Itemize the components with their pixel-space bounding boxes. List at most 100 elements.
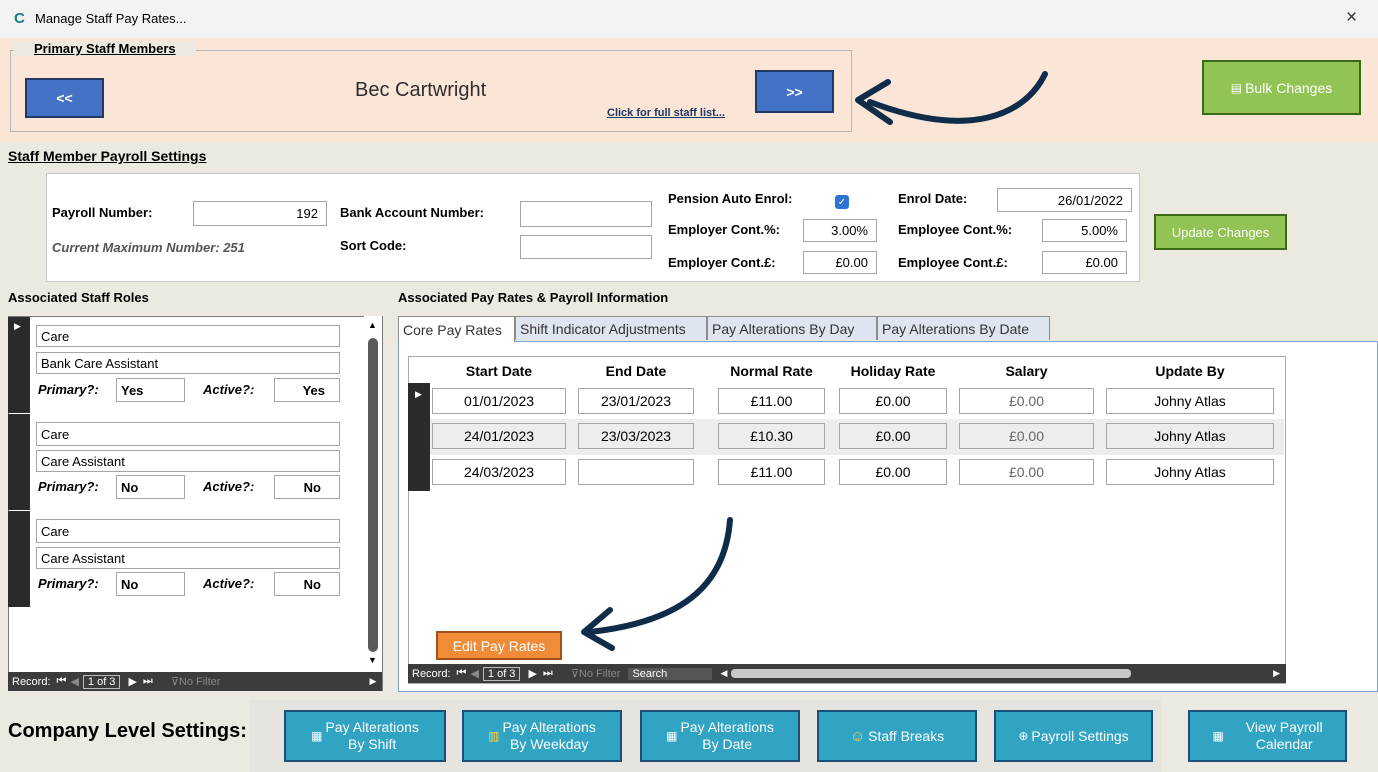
table-cell[interactable]: £11.00 bbox=[718, 388, 825, 414]
column-header: Normal Rate bbox=[730, 363, 813, 379]
payroll-number-field[interactable]: 192 bbox=[193, 201, 327, 226]
next-record-icon[interactable]: ▶ bbox=[528, 667, 536, 680]
view-payroll-calendar-button[interactable]: ▦ View Payroll Calendar bbox=[1188, 710, 1347, 762]
sort-code-field[interactable] bbox=[520, 235, 652, 259]
bulk-changes-button[interactable]: ▤ Bulk Changes bbox=[1202, 60, 1361, 115]
no-filter-label[interactable]: No Filter bbox=[579, 668, 621, 680]
no-filter-label[interactable]: No Filter bbox=[179, 676, 221, 688]
last-record-icon[interactable]: ⏭ bbox=[543, 667, 553, 680]
active-field[interactable]: No bbox=[274, 475, 340, 499]
active-field[interactable]: Yes bbox=[274, 378, 340, 402]
table-cell[interactable]: £0.00 bbox=[959, 459, 1094, 485]
active-label: Active?: bbox=[203, 576, 255, 591]
bank-account-field[interactable] bbox=[520, 201, 652, 227]
pension-auto-enrol-checkbox[interactable]: ✓ bbox=[835, 195, 849, 209]
employee-gbp-label: Employee Cont.£: bbox=[898, 255, 1008, 270]
record-selector[interactable]: ▶ bbox=[8, 317, 30, 413]
pay-alterations-by-weekday-button[interactable]: ▥ Pay Alterations By Weekday bbox=[462, 710, 622, 762]
role-category-field[interactable]: Care bbox=[36, 519, 340, 543]
table-cell[interactable]: £0.00 bbox=[839, 423, 947, 449]
hscroll-left-icon[interactable]: ◀ bbox=[720, 668, 727, 679]
table-cell[interactable]: £10.30 bbox=[718, 423, 825, 449]
annotation-arrow-next bbox=[855, 71, 1048, 125]
bulk-changes-label: Bulk Changes bbox=[1245, 79, 1333, 96]
primary-field[interactable]: No bbox=[116, 572, 185, 596]
role-name-field[interactable]: Care Assistant bbox=[36, 547, 340, 569]
record-selector[interactable] bbox=[408, 419, 430, 455]
role-category-field[interactable]: Care bbox=[36, 422, 340, 446]
table-cell[interactable]: 23/01/2023 bbox=[578, 388, 694, 414]
tab-core-pay-rates[interactable]: Core Pay Rates bbox=[398, 316, 515, 342]
table-cell[interactable]: £0.00 bbox=[839, 459, 947, 485]
search-input[interactable]: Search bbox=[628, 667, 713, 680]
first-record-icon[interactable]: ⏮ bbox=[57, 675, 67, 688]
table-cell[interactable]: Johny Atlas bbox=[1106, 388, 1274, 414]
hscroll-thumb[interactable] bbox=[731, 669, 1132, 678]
table-cell[interactable]: 24/01/2023 bbox=[432, 423, 566, 449]
role-name-field[interactable]: Bank Care Assistant bbox=[36, 352, 340, 374]
staff-name: Bec Cartwright bbox=[355, 79, 487, 101]
role-category-field[interactable]: Care bbox=[36, 325, 340, 347]
pay-alterations-by-date-button[interactable]: ▦ Pay Alterations By Date bbox=[640, 710, 800, 762]
button-line: Pay Alterations bbox=[502, 719, 596, 735]
table-cell[interactable]: 23/03/2023 bbox=[578, 423, 694, 449]
button-text: Pay Alterations By Shift bbox=[325, 719, 418, 753]
table-cell[interactable]: 01/01/2023 bbox=[432, 388, 566, 414]
prev-record-icon[interactable]: ◀ bbox=[470, 667, 478, 680]
primary-field[interactable]: Yes bbox=[116, 378, 185, 402]
previous-staff-button[interactable]: << bbox=[25, 78, 104, 118]
record-position[interactable]: 1 of 3 bbox=[82, 674, 121, 689]
record-position[interactable]: 1 of 3 bbox=[482, 666, 521, 681]
tab-pay-alterations-by-date[interactable]: Pay Alterations By Date bbox=[877, 316, 1050, 340]
table-cell[interactable]: Johny Atlas bbox=[1106, 423, 1274, 449]
table-cell[interactable] bbox=[578, 459, 694, 485]
payroll-settings-button[interactable]: ⊕ Payroll Settings bbox=[994, 710, 1153, 762]
full-staff-list-link[interactable]: Click for full staff list... bbox=[607, 107, 725, 119]
table-cell[interactable]: £11.00 bbox=[718, 459, 825, 485]
roles-scroll-thumb[interactable] bbox=[368, 338, 378, 652]
edit-pay-rates-button[interactable]: Edit Pay Rates bbox=[436, 631, 562, 660]
enrol-date-field[interactable]: 26/01/2022 bbox=[997, 188, 1132, 212]
table-cell[interactable]: £0.00 bbox=[959, 423, 1094, 449]
next-record-icon[interactable]: ▶ bbox=[128, 675, 136, 688]
last-record-icon[interactable]: ⏭ bbox=[143, 675, 153, 688]
prev-record-icon[interactable]: ◀ bbox=[70, 675, 78, 688]
column-header: Update By bbox=[1155, 363, 1225, 379]
tab-pay-alterations-by-day[interactable]: Pay Alterations By Day bbox=[707, 316, 877, 340]
hscroll-right-icon[interactable]: ▶ bbox=[364, 672, 382, 691]
record-selector[interactable] bbox=[8, 511, 30, 607]
hscroll-right-icon[interactable]: ▶ bbox=[1273, 668, 1280, 679]
button-line: By Weekday bbox=[509, 736, 589, 752]
employer-gbp-field[interactable]: £0.00 bbox=[803, 251, 877, 274]
button-text: View Payroll Calendar bbox=[1246, 719, 1323, 753]
scroll-up-icon[interactable]: ▲ bbox=[368, 320, 377, 330]
staff-breaks-button[interactable]: ☺ Staff Breaks bbox=[817, 710, 977, 762]
record-selector[interactable]: ▶ bbox=[408, 383, 430, 419]
column-header: Holiday Rate bbox=[850, 363, 936, 379]
roles-title: Associated Staff Roles bbox=[8, 290, 149, 305]
table-cell[interactable]: Johny Atlas bbox=[1106, 459, 1274, 485]
record-selector[interactable] bbox=[408, 455, 430, 491]
update-changes-button[interactable]: Update Changes bbox=[1154, 214, 1287, 250]
employer-pct-field[interactable]: 3.00% bbox=[803, 219, 877, 242]
table-cell[interactable]: £0.00 bbox=[959, 388, 1094, 414]
table-cell[interactable]: £0.00 bbox=[839, 388, 947, 414]
record-selector[interactable] bbox=[8, 414, 30, 510]
active-label: Active?: bbox=[203, 382, 255, 397]
employee-pct-label: Employee Cont.%: bbox=[898, 222, 1013, 237]
pension-auto-enrol-label: Pension Auto Enrol: bbox=[668, 191, 793, 206]
scroll-down-icon[interactable]: ▼ bbox=[368, 655, 377, 665]
employee-pct-field[interactable]: 5.00% bbox=[1042, 219, 1127, 242]
close-icon[interactable]: × bbox=[1346, 7, 1357, 29]
table-cell[interactable]: 24/03/2023 bbox=[432, 459, 566, 485]
active-field[interactable]: No bbox=[274, 572, 340, 596]
first-record-icon[interactable]: ⏮ bbox=[457, 667, 467, 680]
max-number-text: Current Maximum Number: 251 bbox=[52, 240, 245, 255]
role-name-field[interactable]: Care Assistant bbox=[36, 450, 340, 472]
pay-alterations-by-shift-button[interactable]: ▦ Pay Alterations By Shift bbox=[284, 710, 446, 762]
employee-gbp-field[interactable]: £0.00 bbox=[1042, 251, 1127, 274]
primary-field[interactable]: No bbox=[116, 475, 185, 499]
payroll-section-title: Staff Member Payroll Settings bbox=[8, 148, 207, 164]
tab-shift-indicator-adjustments[interactable]: Shift Indicator Adjustments bbox=[515, 316, 707, 340]
next-staff-button[interactable]: >> bbox=[755, 70, 834, 113]
